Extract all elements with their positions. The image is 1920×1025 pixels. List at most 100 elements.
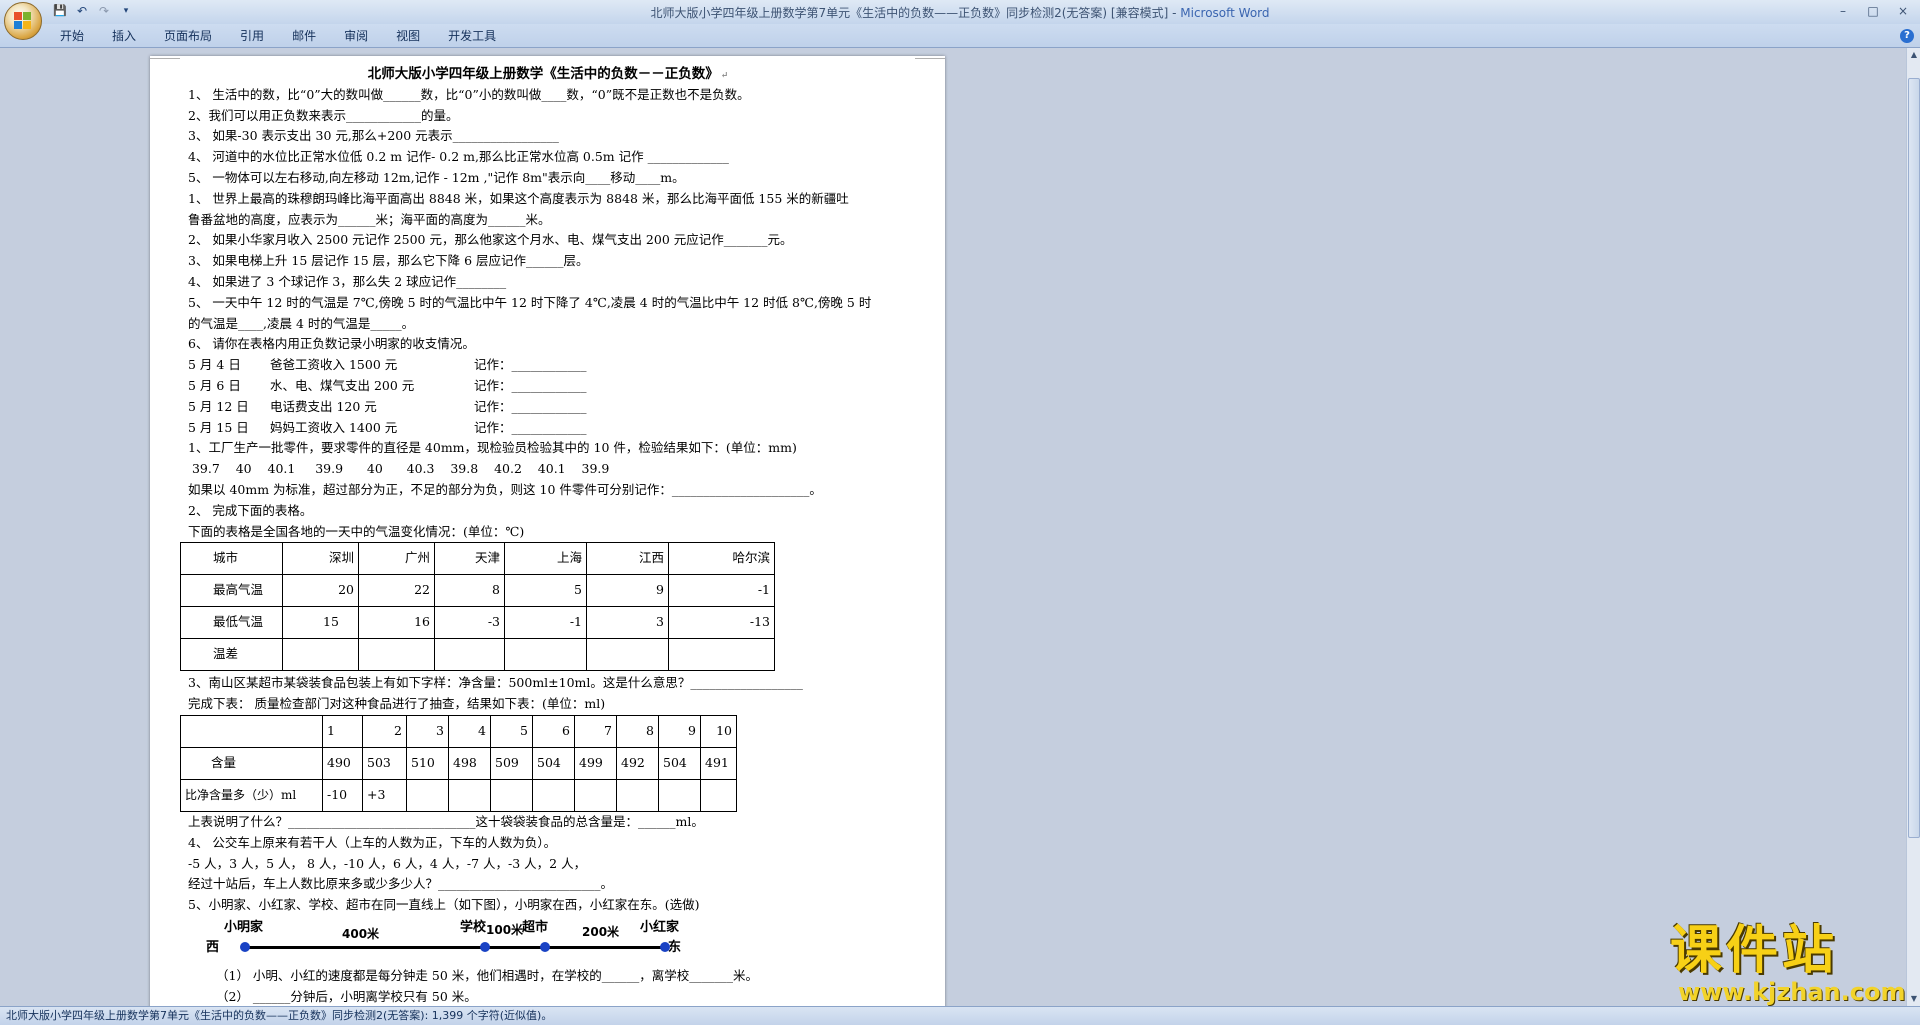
- table-cell[interactable]: 温差: [180, 638, 283, 672]
- scrollbar-thumb[interactable]: [1908, 78, 1920, 838]
- record-line: 5 月 12 日电话费支出 120 元记作：____________: [188, 398, 587, 414]
- table-cell[interactable]: 16: [358, 606, 435, 640]
- title-bar: 💾 ↶ ↷ ▾ 北师大版小学四年级上册数学第7单元《生活中的负数——正负数》同步…: [0, 0, 1920, 24]
- table-cell[interactable]: 510: [406, 746, 449, 780]
- doc-line: 4、 河道中的水位比正常水位低 0.2 m 记作- 0.2 m,那么比正常水位高…: [188, 149, 729, 165]
- table-cell[interactable]: -3: [434, 606, 505, 640]
- office-button[interactable]: [4, 2, 42, 40]
- ribbon-tab-bar: 开始 插入 页面布局 引用 邮件 审阅 视图 开发工具 ?: [0, 24, 1920, 48]
- table-cell[interactable]: 499: [574, 746, 617, 780]
- table-cell[interactable]: [282, 638, 359, 672]
- tab-insert[interactable]: 插入: [98, 28, 150, 44]
- table-cell[interactable]: 503: [362, 746, 407, 780]
- table-cell[interactable]: 9: [658, 714, 701, 748]
- table-cell[interactable]: 490: [322, 746, 363, 780]
- tab-review[interactable]: 审阅: [330, 28, 382, 44]
- minimize-button[interactable]: –: [1830, 2, 1856, 20]
- table-cell[interactable]: [358, 638, 435, 672]
- table-cell[interactable]: 天津: [434, 542, 505, 576]
- table-row: 1 2 3 4 5 6 7 8 9 10: [180, 714, 737, 748]
- doc-line: 上表说明了什么？______________________________这十…: [188, 813, 704, 829]
- table-cell[interactable]: 7: [574, 714, 617, 748]
- table-cell[interactable]: 5: [504, 574, 587, 608]
- table-cell[interactable]: 6: [532, 714, 575, 748]
- table-cell[interactable]: 最高气温: [180, 574, 283, 608]
- table-cell[interactable]: 含量: [180, 746, 323, 780]
- document-page[interactable]: 北师大版小学四年级上册数学《生活中的负数－－正负数》 ↵ 1、 生活中的数，比“0…: [150, 56, 945, 1006]
- quality-check-table[interactable]: 1 2 3 4 5 6 7 8 9 10 含量 490 503 510 498: [180, 714, 737, 812]
- table-cell[interactable]: [434, 638, 505, 672]
- table-cell[interactable]: 比净含量多（少）ml: [180, 778, 323, 812]
- doc-line: 6、 请你在表格内用正负数记录小明家的收支情况。: [188, 336, 475, 352]
- vertical-scrollbar[interactable]: ▲ ▼: [1906, 48, 1920, 1006]
- maximize-button[interactable]: □: [1860, 2, 1886, 20]
- temperature-table[interactable]: 城市 深圳 广州 天津 上海 江西 哈尔滨 最高气温 20 22 8 5 9 -…: [180, 542, 775, 672]
- table-cell[interactable]: [574, 778, 617, 812]
- table-cell[interactable]: -1: [504, 606, 587, 640]
- tab-home[interactable]: 开始: [50, 28, 98, 44]
- table-cell[interactable]: [668, 638, 775, 672]
- table-cell[interactable]: 江西: [586, 542, 669, 576]
- doc-line: 2、 完成下面的表格。: [188, 502, 313, 518]
- tab-page-layout[interactable]: 页面布局: [150, 28, 226, 44]
- doc-line: （1） 小明、小红的速度都是每分钟走 50 米，他们相遇时，在学校的______…: [216, 967, 759, 983]
- table-cell[interactable]: [406, 778, 449, 812]
- table-cell[interactable]: [658, 778, 701, 812]
- table-cell[interactable]: -10: [322, 778, 363, 812]
- table-cell[interactable]: 最低气温: [180, 606, 283, 640]
- table-cell[interactable]: 2: [362, 714, 407, 748]
- table-cell[interactable]: [532, 778, 575, 812]
- table-cell[interactable]: -1: [668, 574, 775, 608]
- tab-developer[interactable]: 开发工具: [434, 28, 510, 44]
- help-icon[interactable]: ?: [1900, 29, 1914, 43]
- table-cell[interactable]: [490, 778, 533, 812]
- table-cell[interactable]: 8: [616, 714, 659, 748]
- table-cell[interactable]: 3: [586, 606, 669, 640]
- table-cell[interactable]: 504: [658, 746, 701, 780]
- table-cell[interactable]: 深圳: [282, 542, 359, 576]
- table-cell[interactable]: [616, 778, 659, 812]
- table-cell[interactable]: 22: [358, 574, 435, 608]
- close-button[interactable]: ×: [1890, 2, 1916, 20]
- kjzhan-watermark-logo: 课件站 www.kjzhan.com: [1670, 922, 1910, 1004]
- table-cell[interactable]: 504: [532, 746, 575, 780]
- table-cell[interactable]: 491: [700, 746, 737, 780]
- table-cell[interactable]: 广州: [358, 542, 435, 576]
- document-body[interactable]: 北师大版小学四年级上册数学《生活中的负数－－正负数》 ↵ 1、 生活中的数，比“0…: [180, 64, 908, 1006]
- tab-references[interactable]: 引用: [226, 28, 278, 44]
- table-cell[interactable]: [504, 638, 587, 672]
- table-cell[interactable]: +3: [362, 778, 407, 812]
- table-cell[interactable]: [180, 714, 323, 748]
- table-cell[interactable]: 9: [586, 574, 669, 608]
- table-cell[interactable]: [586, 638, 669, 672]
- doc-line: 4、 公交车上原来有若干人（上车的人数为正，下车的人数为负）。: [188, 834, 557, 850]
- table-cell[interactable]: 4: [448, 714, 491, 748]
- doc-line: 2、我们可以用正负数来表示____________的量。: [188, 107, 459, 123]
- doc-line: 3、南山区某超市某袋装食品包装上有如下字样：净含量：500ml±10ml。这是什…: [188, 675, 803, 691]
- table-cell[interactable]: 10: [700, 714, 737, 748]
- table-cell[interactable]: 498: [448, 746, 491, 780]
- table-cell[interactable]: 15: [282, 606, 359, 640]
- ribbon-tabs: 开始 插入 页面布局 引用 邮件 审阅 视图 开发工具: [50, 28, 510, 44]
- table-cell[interactable]: 5: [490, 714, 533, 748]
- distance-label: 400米: [342, 926, 380, 941]
- table-cell[interactable]: 509: [490, 746, 533, 780]
- table-cell[interactable]: 20: [282, 574, 359, 608]
- table-cell[interactable]: 492: [616, 746, 659, 780]
- table-cell[interactable]: 上海: [504, 542, 587, 576]
- location-diagram: 西 东 小明家 400米 学校 100米 超市 200米 小红家: [184, 916, 908, 966]
- table-cell[interactable]: 哈尔滨: [668, 542, 775, 576]
- table-cell[interactable]: 1: [322, 714, 363, 748]
- tab-view[interactable]: 视图: [382, 28, 434, 44]
- table-cell[interactable]: 城市: [180, 542, 283, 576]
- table-cell[interactable]: [700, 778, 737, 812]
- doc-line: 2、 如果小华家月收入 2500 元记作 2500 元，那么他家这个月水、电、煤…: [188, 232, 793, 248]
- document-title: 北师大版小学四年级上册数学第7单元《生活中的负数——正负数》同步检测2(无答案)…: [650, 6, 1181, 20]
- scroll-up-icon[interactable]: ▲: [1907, 48, 1920, 62]
- table-cell[interactable]: 8: [434, 574, 505, 608]
- table-cell[interactable]: -13: [668, 606, 775, 640]
- table-cell[interactable]: 3: [406, 714, 449, 748]
- table-cell[interactable]: [448, 778, 491, 812]
- xiaohong-home-dot: [660, 941, 670, 952]
- tab-mailings[interactable]: 邮件: [278, 28, 330, 44]
